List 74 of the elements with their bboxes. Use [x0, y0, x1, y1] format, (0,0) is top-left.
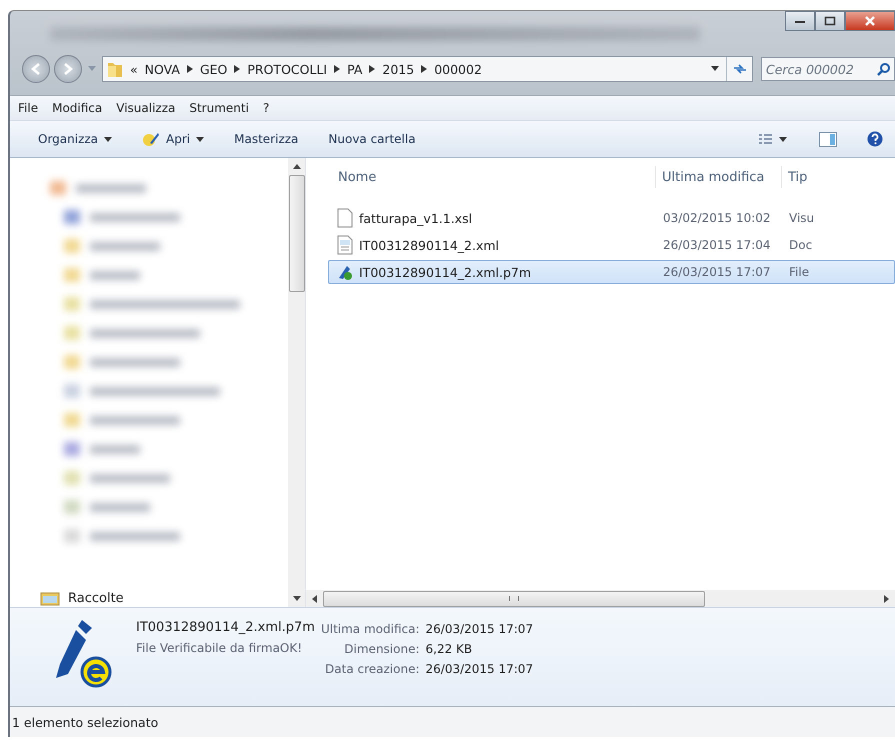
search-icon [877, 62, 891, 76]
menu-item[interactable]: ? [262, 101, 270, 115]
minimize-icon [794, 18, 806, 24]
file-row[interactable]: fatturapa_v1.1.xsl 03/02/2015 10:02 Visu [328, 206, 895, 230]
scroll-thumb[interactable] [288, 175, 304, 292]
close-button[interactable] [845, 11, 895, 31]
menu-item[interactable]: File [18, 101, 38, 115]
property-value: 26/03/2015 17:07 [426, 662, 534, 676]
chevron-icon[interactable] [421, 65, 428, 73]
property-value: 6,22 KB [426, 642, 474, 656]
xml-file-icon [337, 235, 353, 255]
library-icon [40, 590, 60, 606]
help-button[interactable] [867, 131, 883, 147]
column-header[interactable]: Ultima modifica [656, 166, 782, 188]
date-cell-text: 26/03/2015 17:07 [662, 265, 772, 279]
views-button[interactable] [759, 133, 789, 145]
toolbar-button[interactable]: Organizza [38, 132, 112, 146]
back-button[interactable] [22, 55, 50, 83]
chevron-icon[interactable] [186, 65, 193, 73]
type-cell-text: Doc [788, 238, 814, 252]
search-field[interactable]: Cerca 000002 [761, 57, 895, 81]
date-cell-text: 03/02/2015 10:02 [662, 211, 772, 225]
menu-item[interactable]: Strumenti [189, 101, 249, 115]
file-name: IT00312890114_2.xml.p7m [136, 620, 315, 635]
signed-file-icon [337, 264, 353, 280]
preview-pane-button[interactable] [819, 132, 837, 146]
column-header[interactable]: Tip [782, 166, 895, 188]
maximize-button[interactable] [815, 11, 845, 31]
maximize-icon [824, 16, 836, 26]
file-name: IT00312890114_2.xml.p7m [359, 264, 532, 280]
scrollbar[interactable] [288, 158, 305, 607]
property-value: 26/03/2015 17:07 [426, 622, 534, 636]
document-icon [337, 208, 353, 228]
file-name: IT00312890114_2.xml [359, 238, 500, 252]
property-label: Data creazione: [324, 662, 420, 676]
forward-button[interactable] [54, 55, 82, 83]
chevron-icon[interactable] [369, 65, 376, 73]
scroll-up-icon[interactable] [292, 164, 300, 169]
scrollbar[interactable] [306, 590, 895, 607]
nav-item-label[interactable]: Raccolte [68, 590, 124, 606]
scroll-left-icon[interactable] [312, 594, 317, 602]
caret-icon [196, 136, 204, 142]
folder-icon [107, 60, 123, 78]
chevron-icon[interactable] [334, 65, 340, 73]
property-label: Ultima modifica: [320, 622, 420, 636]
menu-item[interactable]: Visualizza [116, 101, 176, 115]
close-icon [864, 15, 876, 27]
type-cell-text: Visu [788, 211, 816, 225]
refresh-icon [732, 63, 748, 75]
column-header[interactable]: Nome [306, 166, 656, 188]
type-cell-text: File [788, 265, 810, 279]
caret-icon [104, 136, 112, 142]
minimize-button[interactable] [785, 11, 815, 31]
address-bar[interactable]: « NOVA GEO PROTOCOLLI PA 2015 000002 [102, 56, 753, 82]
scroll-thumb[interactable] [323, 590, 705, 606]
file-row[interactable]: IT00312890114_2.xml.p7m 26/03/2015 17:07 File [328, 260, 895, 284]
property-label: Dimensione: [343, 642, 420, 656]
chevron-icon[interactable] [234, 65, 240, 73]
file-row[interactable]: IT00312890114_2.xml 26/03/2015 17:04 Doc [328, 233, 895, 257]
list-view-icon [759, 133, 789, 145]
pen-icon [142, 131, 160, 147]
scroll-right-icon[interactable] [884, 594, 889, 602]
caret-icon[interactable] [711, 66, 719, 72]
preview-pane-icon [819, 132, 837, 146]
date-cell-text: 26/03/2015 17:04 [662, 238, 772, 252]
file-description: File Verificabile da firmaOK! [136, 641, 304, 655]
menu-item[interactable]: Modifica [52, 101, 102, 115]
status-text: 1 elemento selezionato [12, 714, 158, 730]
toolbar-button[interactable]: Masterizza [234, 132, 298, 146]
file-name: fatturapa_v1.1.xsl [359, 210, 472, 226]
toolbar-button[interactable]: Nuova cartella [328, 132, 416, 146]
toolbar-button[interactable]: Apri [142, 131, 204, 147]
help-icon [867, 131, 883, 147]
scroll-down-icon[interactable] [292, 596, 300, 601]
